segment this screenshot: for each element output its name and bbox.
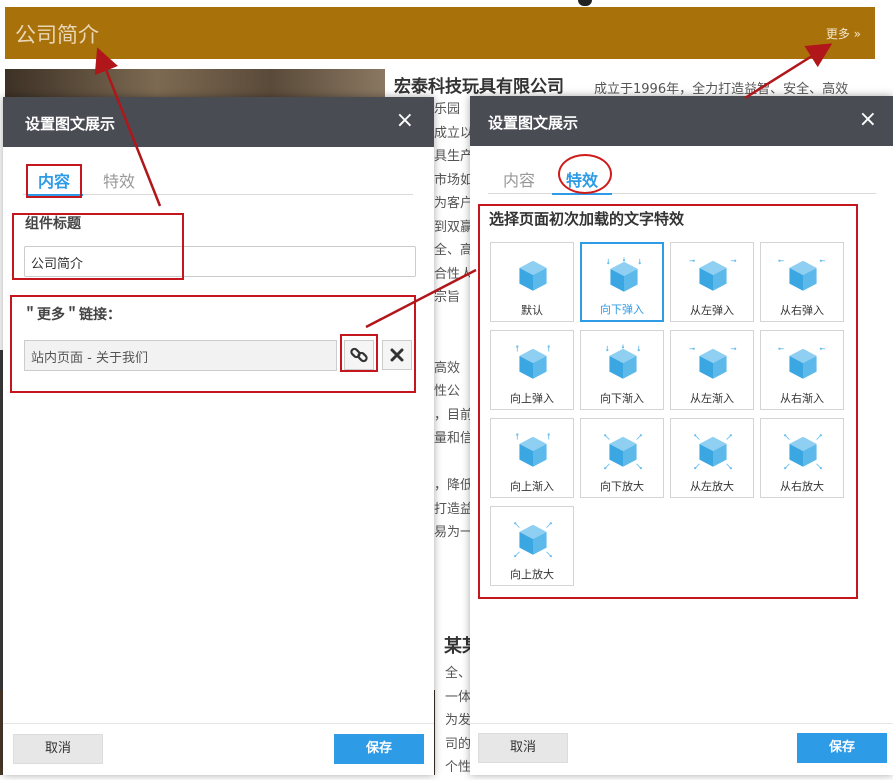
arrow-title-to-header: [94, 47, 162, 207]
annotation-arrows: [94, 43, 833, 329]
arrow-link-to-effects: [365, 268, 477, 329]
arrow-to-more-link: [744, 43, 833, 100]
